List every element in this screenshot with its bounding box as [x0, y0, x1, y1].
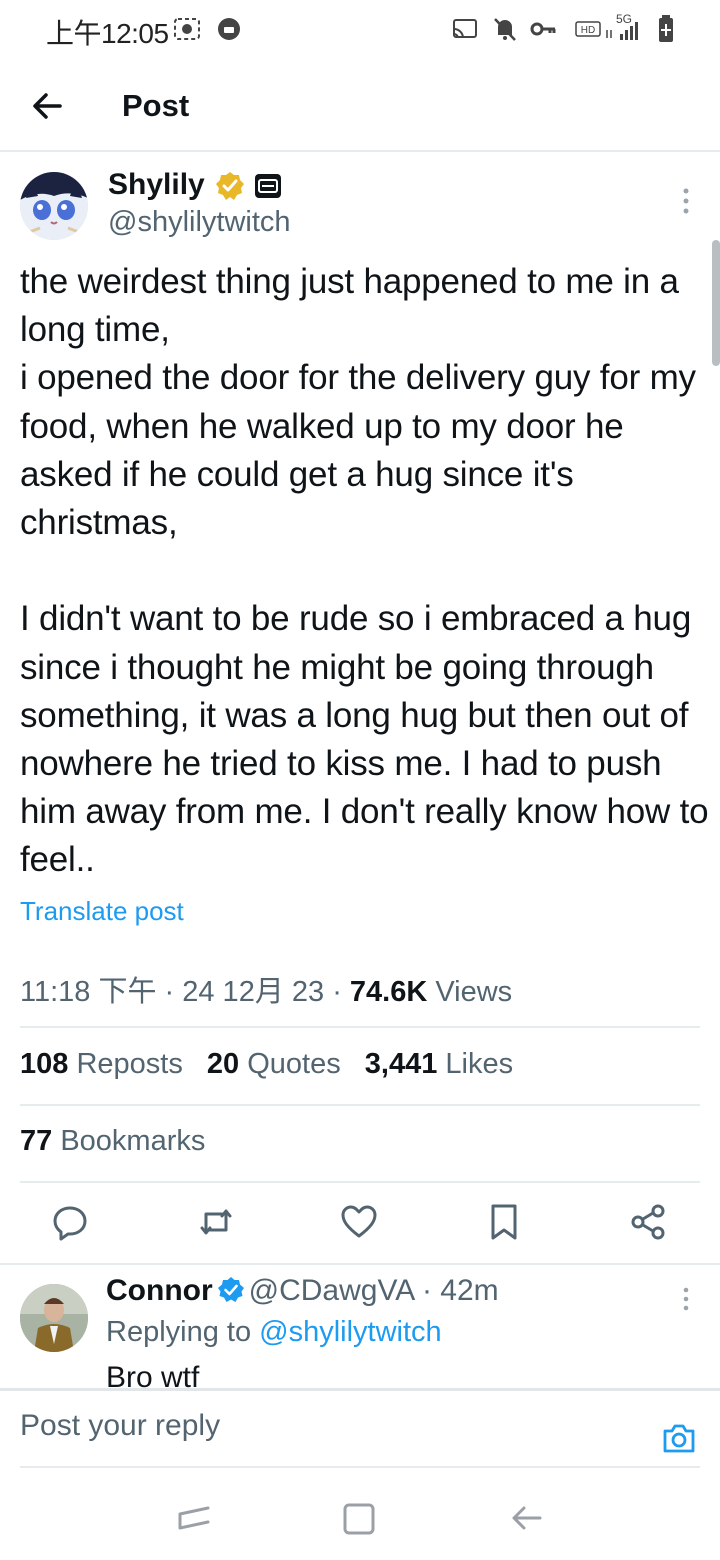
post-timestamp: 11:18 下午 · 24 12月 23 ·	[20, 976, 350, 1008]
likes-label: Likes	[437, 1048, 514, 1080]
quotes-stat[interactable]: 20 Quotes	[207, 1048, 341, 1080]
svg-text:HD: HD	[581, 25, 595, 36]
reply-composer: Post your reply	[0, 1388, 720, 1470]
reply-icon[interactable]	[50, 1202, 90, 1242]
translate-post-link[interactable]: Translate post	[20, 896, 184, 927]
thread-divider	[0, 1263, 720, 1265]
back-arrow-icon[interactable]	[26, 84, 70, 128]
page-title: Post	[122, 88, 190, 123]
reply-text-clip: Bro wtf	[106, 1360, 686, 1388]
bookmark-icon[interactable]	[484, 1202, 524, 1242]
avatar-image	[20, 172, 88, 240]
screen-record-icon	[174, 18, 200, 40]
reposts-count: 108	[20, 1048, 69, 1080]
verified-blue-badge-icon[interactable]	[217, 1276, 245, 1304]
author-handle[interactable]: @shylilytwitch	[108, 206, 291, 239]
replying-to-handle[interactable]: @shylilytwitch	[259, 1316, 442, 1348]
reply-avatar-image	[20, 1284, 88, 1352]
status-bar: 上午12:05 HD 5G	[0, 0, 720, 60]
battery-icon	[659, 15, 673, 42]
post-meta: 11:18 下午 · 24 12月 23 · 74.6K Views	[20, 968, 512, 1010]
reply-text: Bro wtf	[106, 1361, 200, 1388]
scrollbar-thumb[interactable]	[712, 240, 720, 366]
home-icon[interactable]	[341, 1500, 377, 1536]
post-text: the weirdest thing just happened to me i…	[20, 262, 709, 880]
more-options-icon[interactable]	[680, 186, 692, 216]
recent-apps-icon[interactable]	[176, 1500, 212, 1536]
bookmarks-count: 77	[20, 1125, 53, 1157]
replying-prefix: Replying to	[106, 1316, 260, 1348]
likes-count: 3,441	[364, 1048, 438, 1080]
reply-author-handle[interactable]: @CDawgVA	[249, 1274, 414, 1307]
verified-gold-badge-icon[interactable]	[214, 170, 246, 202]
quotes-count: 20	[206, 1048, 240, 1080]
share-icon[interactable]	[628, 1202, 668, 1242]
reply-author-name[interactable]: Connor	[106, 1274, 213, 1307]
bookmarks-label: Bookmarks	[52, 1125, 206, 1157]
author-name[interactable]: Shylily	[108, 168, 205, 202]
system-nav-bar	[0, 1470, 720, 1560]
engagement-stats: 108 Reposts 20 Quotes 3,441 Likes	[20, 1048, 529, 1081]
divider	[20, 1181, 700, 1183]
mute-icon	[494, 18, 516, 41]
reply-time: · 42m	[413, 1274, 499, 1307]
reposts-label: Reposts	[68, 1048, 183, 1080]
repost-icon[interactable]	[196, 1202, 236, 1242]
likes-stat[interactable]: 3,441 Likes	[365, 1048, 513, 1080]
reply-input[interactable]: Post your reply	[20, 1409, 220, 1443]
hd-voice-icon: HD	[575, 21, 601, 37]
like-icon[interactable]	[339, 1202, 379, 1242]
signal-icon: 5G	[604, 12, 648, 44]
bookmarks-stat[interactable]: 77 Bookmarks	[20, 1125, 205, 1158]
composer-underline	[20, 1466, 700, 1468]
status-time: 上午12:05	[46, 18, 169, 49]
affiliate-badge-icon[interactable]	[254, 172, 282, 200]
reposts-stat[interactable]: 108 Reposts	[20, 1048, 183, 1080]
camera-icon[interactable]	[662, 1421, 696, 1455]
cast-icon	[453, 19, 477, 39]
vpn-key-icon	[530, 22, 556, 36]
divider	[20, 1026, 700, 1028]
quotes-label: Quotes	[239, 1048, 341, 1080]
reply-avatar[interactable]	[20, 1284, 88, 1352]
reply-header: Connor @CDawgVA · 42m	[106, 1274, 499, 1308]
top-app-bar: Post	[0, 60, 720, 152]
views-label: Views	[427, 976, 513, 1008]
notification-dot-icon	[218, 18, 240, 40]
reply-more-options-icon[interactable]	[680, 1286, 692, 1312]
back-nav-icon[interactable]	[508, 1500, 544, 1536]
avatar[interactable]	[20, 172, 88, 240]
views-count: 74.6K	[349, 976, 428, 1008]
replying-to: Replying to @shylilytwitch	[106, 1316, 442, 1349]
divider	[20, 1104, 700, 1106]
